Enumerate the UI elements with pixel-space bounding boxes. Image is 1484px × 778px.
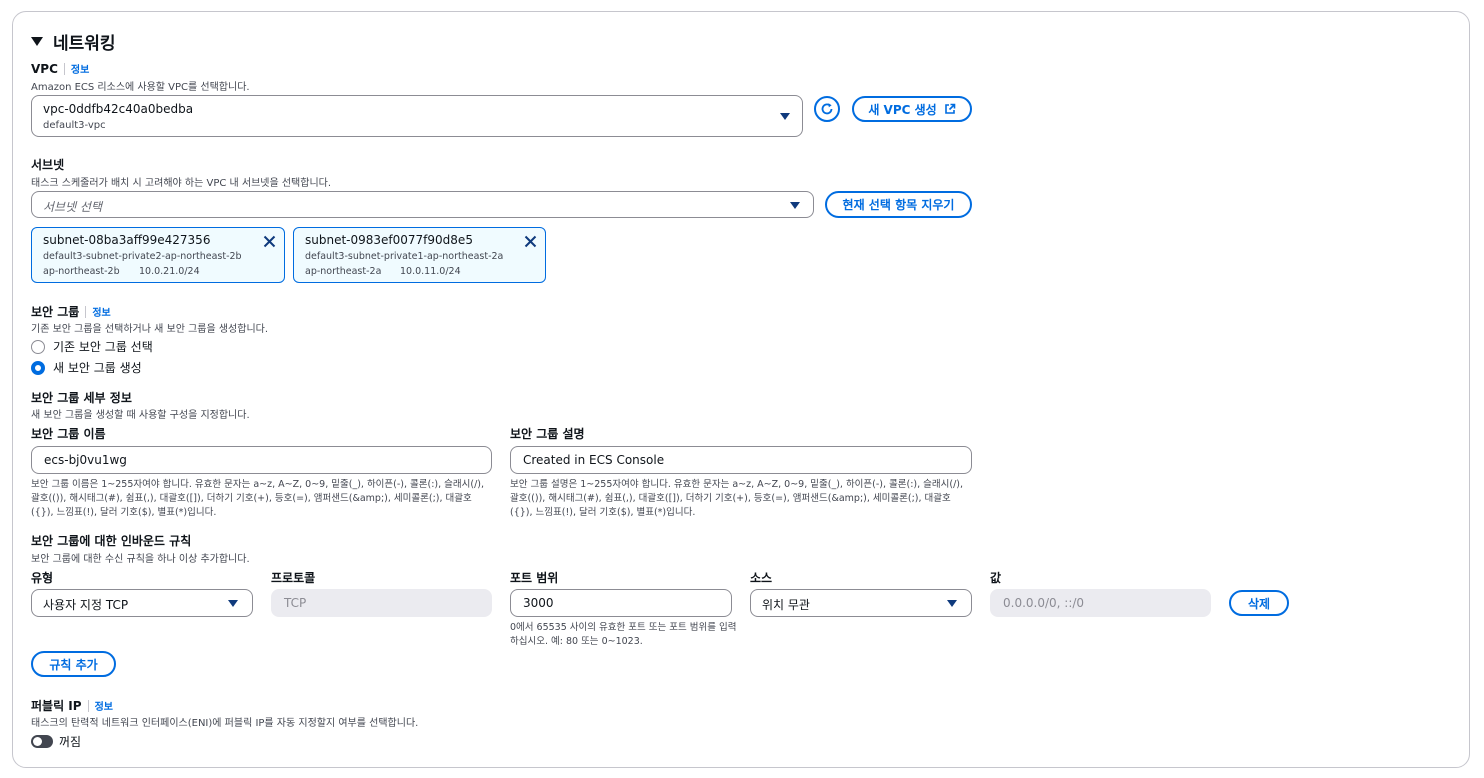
subnet-token-az: ap-northeast-2b (43, 266, 120, 277)
radio-label: 새 보안 그룹 생성 (53, 361, 142, 375)
public-ip-description: 태스크의 탄력적 네트워크 인터페이스(ENI)에 퍼블릭 IP를 자동 지정할… (31, 718, 419, 729)
sg-desc-hint: 보안 그룹 설명은 1~255자여야 합니다. 유효한 문자는 a~z, A~Z… (510, 479, 964, 518)
subnet-token: subnet-08ba3aff99e427356 default3-subnet… (31, 227, 285, 283)
close-icon[interactable] (524, 235, 537, 248)
divider (85, 305, 87, 318)
sg-name-input[interactable]: ecs-bj0vu1wg (31, 446, 492, 474)
toggle-label: 꺼짐 (59, 735, 82, 749)
rule-value-input: 0.0.0.0/0, ::/0 (990, 589, 1211, 617)
sg-name-label: 보안 그룹 이름 (31, 427, 106, 441)
vpc-label: VPC (31, 61, 58, 76)
subnet-token-id: subnet-0983ef0077f90d8e5 (305, 233, 473, 247)
refresh-button[interactable] (814, 96, 840, 122)
subnet-token-cidr: 10.0.11.0/24 (400, 266, 461, 277)
dropdown-caret-icon (947, 600, 957, 607)
delete-rule-button[interactable]: 삭제 (1229, 590, 1289, 616)
external-link-icon (944, 103, 955, 114)
col-type-label: 유형 (31, 571, 54, 585)
rule-port-value: 3000 (523, 596, 554, 610)
clear-selection-button[interactable]: 현재 선택 항목 지우기 (825, 191, 972, 218)
security-group-label: 보안 그룹 (31, 305, 80, 319)
sg-name-hint: 보안 그룹 이름은 1~255자여야 합니다. 유효한 문자는 a~z, A~Z… (31, 479, 485, 518)
radio-existing-sg[interactable]: 기존 보안 그룹 선택 (31, 338, 153, 355)
public-ip-info-link[interactable]: 정보 (95, 698, 113, 713)
networking-header[interactable]: 네트워킹 (31, 29, 116, 54)
subnet-select[interactable]: 서브넷 선택 (31, 191, 814, 218)
dropdown-caret-icon (228, 600, 238, 607)
public-ip-toggle-row[interactable]: 꺼짐 (31, 733, 81, 750)
vpc-selected-id: vpc-0ddfb42c40a0bedba (43, 102, 194, 116)
col-port-label: 포트 범위 (510, 571, 559, 585)
divider (87, 699, 89, 712)
rule-source-select[interactable]: 위치 무관 (750, 589, 972, 617)
rule-port-input[interactable]: 3000 (510, 589, 732, 617)
sg-name-value: ecs-bj0vu1wg (44, 453, 127, 467)
refresh-icon (821, 103, 833, 115)
radio-label: 기존 보안 그룹 선택 (53, 340, 153, 354)
sg-desc-label: 보안 그룹 설명 (510, 427, 585, 441)
vpc-selected-name: default3-vpc (43, 120, 106, 131)
add-rule-button[interactable]: 규칙 추가 (31, 651, 116, 677)
toggle-knob (33, 737, 42, 746)
vpc-description: Amazon ECS 리소스에 사용할 VPC를 선택합니다. (31, 82, 250, 93)
create-vpc-label: 새 VPC 생성 (868, 102, 937, 117)
col-value-label: 값 (990, 571, 1002, 585)
divider (63, 62, 65, 75)
sg-desc-input[interactable]: Created in ECS Console (510, 446, 972, 474)
subnet-token: subnet-0983ef0077f90d8e5 default3-subnet… (293, 227, 546, 283)
inbound-description: 보안 그룹에 대한 수신 규칙을 하나 이상 추가합니다. (31, 554, 250, 565)
rule-type-value: 사용자 지정 TCP (43, 598, 129, 612)
dropdown-caret-icon (780, 113, 790, 120)
subnet-token-id: subnet-08ba3aff99e427356 (43, 233, 211, 247)
subnet-placeholder: 서브넷 선택 (43, 200, 103, 214)
col-source-label: 소스 (750, 571, 773, 585)
radio-button-selected[interactable] (31, 360, 45, 375)
add-rule-label: 규칙 추가 (49, 657, 98, 672)
radio-new-sg[interactable]: 새 보안 그룹 생성 (31, 359, 142, 376)
rule-value-placeholder: 0.0.0.0/0, ::/0 (1003, 596, 1085, 610)
security-group-info-link[interactable]: 정보 (92, 304, 110, 319)
inbound-label: 보안 그룹에 대한 인바운드 규칙 (31, 534, 192, 548)
caret-down-icon (31, 37, 43, 46)
subnet-token-name: default3-subnet-private1-ap-northeast-2a (305, 251, 504, 262)
subnet-label: 서브넷 (31, 158, 65, 172)
radio-button[interactable] (31, 339, 45, 354)
col-protocol-label: 프로토콜 (271, 571, 316, 585)
sg-details-description: 새 보안 그룹을 생성할 때 사용할 구성을 지정합니다. (31, 410, 250, 421)
vpc-select[interactable]: vpc-0ddfb42c40a0bedba default3-vpc (31, 95, 803, 137)
subnet-token-az: ap-northeast-2a (305, 266, 382, 277)
public-ip-toggle[interactable] (31, 735, 53, 748)
subnet-token-cidr: 10.0.21.0/24 (139, 266, 200, 277)
section-title: 네트워킹 (53, 34, 116, 54)
dropdown-caret-icon (790, 202, 800, 209)
rule-source-value: 위치 무관 (762, 598, 810, 612)
rule-protocol-input: TCP (271, 589, 492, 617)
subnet-description: 태스크 스케줄러가 배치 시 고려해야 하는 VPC 내 서브넷을 선택합니다. (31, 178, 332, 189)
clear-selection-label: 현재 선택 항목 지우기 (842, 198, 955, 212)
rule-type-select[interactable]: 사용자 지정 TCP (31, 589, 253, 617)
close-icon[interactable] (263, 235, 276, 248)
create-vpc-button[interactable]: 새 VPC 생성 (852, 96, 972, 122)
security-group-description: 기존 보안 그룹을 선택하거나 새 보안 그룹을 생성합니다. (31, 324, 269, 335)
rule-port-hint: 0에서 65535 사이의 유효한 포트 또는 포트 범위를 입력하십시오. 예… (510, 622, 737, 647)
sg-details-label: 보안 그룹 세부 정보 (31, 391, 132, 405)
rule-protocol-value: TCP (284, 596, 307, 610)
subnet-token-name: default3-subnet-private2-ap-northeast-2b (43, 251, 242, 262)
public-ip-label: 퍼블릭 IP (31, 699, 82, 713)
vpc-info-link[interactable]: 정보 (71, 61, 89, 76)
delete-rule-label: 삭제 (1247, 596, 1271, 611)
sg-desc-value: Created in ECS Console (523, 453, 665, 467)
